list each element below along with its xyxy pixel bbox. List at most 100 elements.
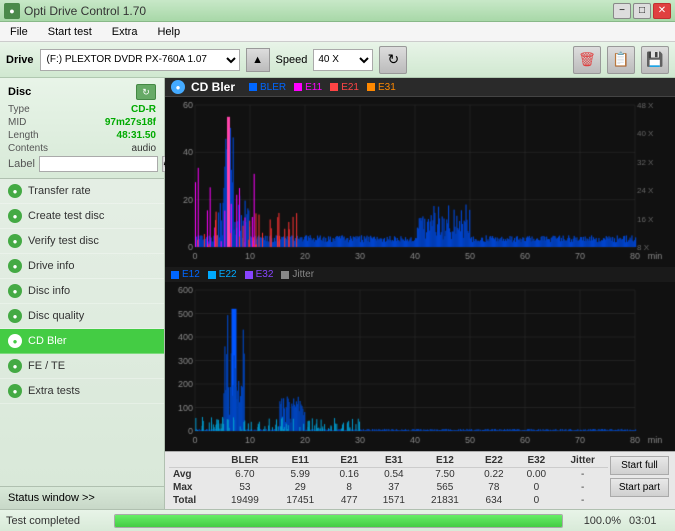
nav-cd-bler[interactable]: ● CD Bler — [0, 329, 164, 354]
upper-chart — [165, 97, 675, 267]
total-e32: 0 — [515, 494, 557, 507]
titlebar-left: ● Opti Drive Control 1.70 — [4, 3, 146, 19]
upper-chart-canvas — [165, 97, 675, 267]
toolbar: Drive (F:) PLEXTOR DVDR PX-760A 1.07 ▲ S… — [0, 42, 675, 78]
total-e11: 17451 — [273, 494, 328, 507]
nav-icon-fe-te: ● — [8, 359, 22, 373]
disc-label-input[interactable] — [39, 156, 158, 172]
nav-create-test-disc[interactable]: ● Create test disc — [0, 204, 164, 229]
menu-start-test[interactable]: Start test — [42, 24, 98, 40]
menu-help[interactable]: Help — [151, 24, 186, 40]
chart-title: CD Bler — [191, 80, 235, 94]
col-header-e31: E31 — [370, 454, 417, 468]
avg-e31: 0.54 — [370, 468, 417, 482]
lower-chart — [165, 282, 675, 451]
avg-e11: 5.99 — [273, 468, 328, 482]
content-area: ● CD Bler BLER E11 E21 E31 — [165, 78, 675, 509]
app-icon: ● — [4, 3, 20, 19]
start-full-button[interactable]: Start full — [610, 456, 669, 475]
disc-panel-title: Disc — [8, 86, 31, 98]
menu-extra[interactable]: Extra — [106, 24, 144, 40]
sidebar: Disc ↻ Type CD-R MID 97m27s18f Length 48… — [0, 78, 165, 509]
nav-label-transfer-rate: Transfer rate — [28, 185, 91, 197]
nav-label-cd-bler: CD Bler — [28, 335, 67, 347]
progress-time: 03:01 — [629, 515, 669, 527]
disc-length-value: 48:31.50 — [117, 130, 156, 141]
nav-icon-disc-quality: ● — [8, 309, 22, 323]
total-e31: 1571 — [370, 494, 417, 507]
legend-e12-label: E12 — [182, 269, 200, 280]
stats-row-total: Total 19499 17451 477 1571 21831 634 0 - — [169, 494, 608, 507]
max-e32: 0 — [515, 481, 557, 494]
stats-area: BLER E11 E21 E31 E12 E22 E32 Jitter Avg — [165, 451, 675, 509]
disc-mid-label: MID — [8, 117, 26, 128]
progress-bar-fill — [115, 515, 562, 527]
disc-length-label: Length — [8, 130, 39, 141]
status-window-button[interactable]: Status window >> — [0, 487, 164, 509]
drive-selector[interactable]: (F:) PLEXTOR DVDR PX-760A 1.07 — [40, 49, 240, 71]
legend-e31: E31 — [367, 82, 396, 93]
col-header-empty — [169, 454, 217, 468]
nav-transfer-rate[interactable]: ● Transfer rate — [0, 179, 164, 204]
avg-jitter: - — [558, 468, 608, 482]
nav-fe-te[interactable]: ● FE / TE — [0, 354, 164, 379]
legend-e32: E32 — [245, 269, 274, 280]
sidebar-nav: ● Transfer rate ● Create test disc ● Ver… — [0, 179, 164, 486]
titlebar: ● Opti Drive Control 1.70 − □ ✕ — [0, 0, 675, 22]
legend-jitter-label: Jitter — [292, 269, 314, 280]
eject-button[interactable]: ▲ — [246, 48, 270, 72]
nav-drive-info[interactable]: ● Drive info — [0, 254, 164, 279]
chart-header: ● CD Bler BLER E11 E21 E31 — [165, 78, 675, 97]
speed-label: Speed — [276, 54, 308, 66]
avg-bler: 6.70 — [217, 468, 272, 482]
action-buttons: Start full Start part — [608, 454, 671, 507]
menu-file[interactable]: File — [4, 24, 34, 40]
col-header-e12: E12 — [417, 454, 472, 468]
maximize-button[interactable]: □ — [633, 3, 651, 19]
nav-label-disc-info: Disc info — [28, 285, 70, 297]
nav-extra-tests[interactable]: ● Extra tests — [0, 379, 164, 404]
legend-jitter: Jitter — [281, 269, 314, 280]
col-header-e11: E11 — [273, 454, 328, 468]
nav-label-extra-tests: Extra tests — [28, 385, 80, 397]
legend-e22: E22 — [208, 269, 237, 280]
nav-label-disc-quality: Disc quality — [28, 310, 84, 322]
disc-type-label: Type — [8, 104, 30, 115]
max-e21: 8 — [328, 481, 370, 494]
progress-percent: 100.0% — [571, 515, 621, 527]
col-header-jitter: Jitter — [558, 454, 608, 468]
row-label-max: Max — [169, 481, 217, 494]
refresh-button[interactable]: ↻ — [379, 46, 407, 74]
nav-verify-test-disc[interactable]: ● Verify test disc — [0, 229, 164, 254]
close-button[interactable]: ✕ — [653, 3, 671, 19]
disc-refresh-button[interactable]: ↻ — [136, 84, 156, 100]
minimize-button[interactable]: − — [613, 3, 631, 19]
nav-icon-extra-tests: ● — [8, 384, 22, 398]
total-jitter: - — [558, 494, 608, 507]
disc-type-value: CD-R — [131, 104, 156, 115]
statusbar: Test completed 100.0% 03:01 — [0, 509, 675, 531]
stats-row-avg: Avg 6.70 5.99 0.16 0.54 7.50 0.22 0.00 - — [169, 468, 608, 482]
max-e12: 565 — [417, 481, 472, 494]
titlebar-controls: − □ ✕ — [613, 3, 671, 19]
nav-icon-drive-info: ● — [8, 259, 22, 273]
erase-button[interactable]: 🗑 — [573, 46, 601, 74]
disc-panel: Disc ↻ Type CD-R MID 97m27s18f Length 48… — [0, 78, 164, 179]
speed-selector[interactable]: 40 X — [313, 49, 373, 71]
progress-bar — [114, 514, 563, 528]
disc-mid-value: 97m27s18f — [105, 117, 156, 128]
nav-icon-disc-info: ● — [8, 284, 22, 298]
save-button[interactable]: 💾 — [641, 46, 669, 74]
start-part-button[interactable]: Start part — [610, 478, 669, 497]
row-label-avg: Avg — [169, 468, 217, 482]
nav-disc-info[interactable]: ● Disc info — [0, 279, 164, 304]
legend-e31-label: E31 — [378, 82, 396, 93]
col-header-e32: E32 — [515, 454, 557, 468]
disc-label-label: Label — [8, 158, 35, 170]
max-e22: 78 — [473, 481, 515, 494]
chart-icon: ● — [171, 80, 185, 94]
nav-disc-quality[interactable]: ● Disc quality — [0, 304, 164, 329]
max-e11: 29 — [273, 481, 328, 494]
copy-button[interactable]: 📋 — [607, 46, 635, 74]
legend-bler-label: BLER — [260, 82, 286, 93]
